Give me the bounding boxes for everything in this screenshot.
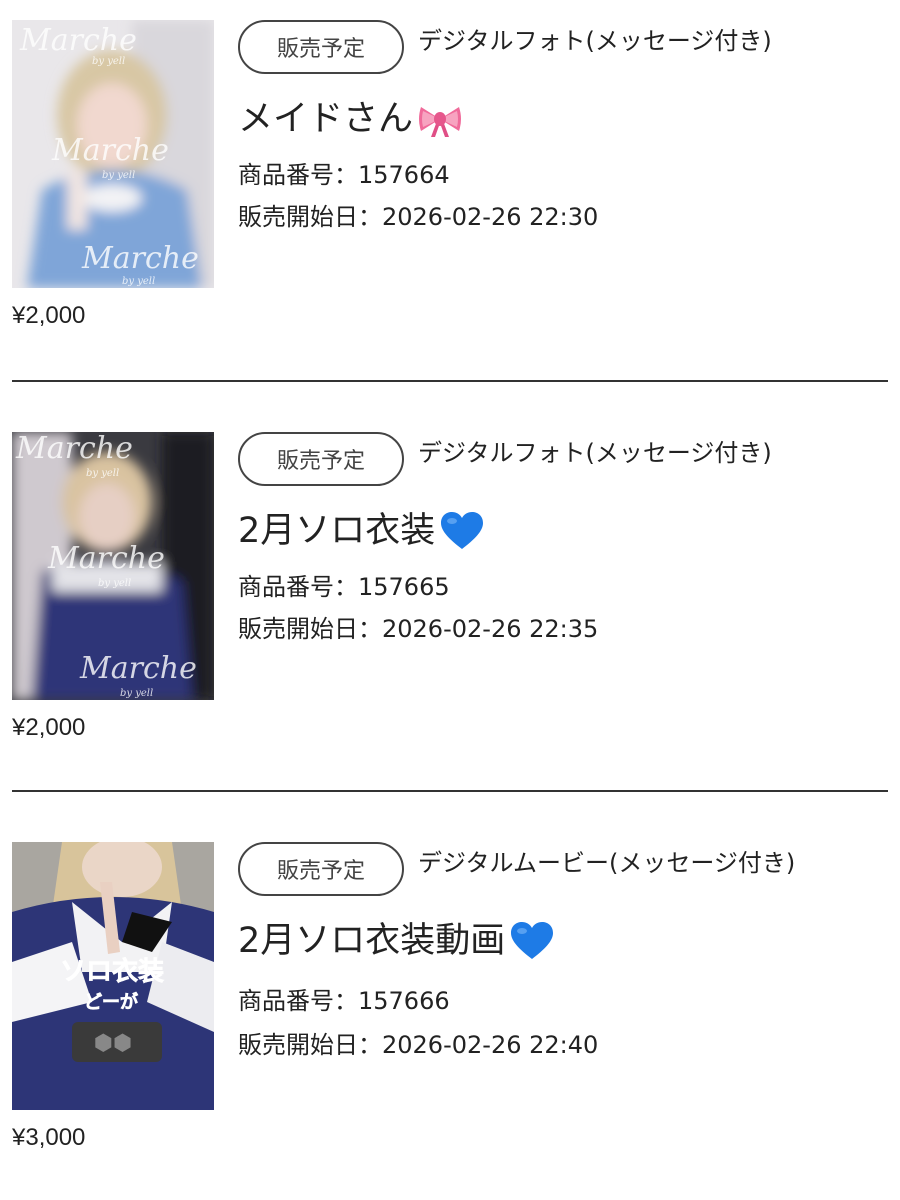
product-image: Marche Marche Marche by yell by yell by …: [12, 20, 214, 288]
svg-text:Marche: Marche: [81, 241, 199, 276]
product-category: デジタルムービー(メッセージ付き): [418, 849, 796, 877]
svg-text:by yell: by yell: [92, 56, 125, 67]
product-category: デジタルフォト(メッセージ付き): [418, 439, 772, 467]
product-title-row[interactable]: 2月ソロ衣装動画: [238, 916, 555, 966]
product-title[interactable]: 2月ソロ衣装動画: [238, 916, 505, 966]
sale-start-row: 販売開始日：2026-02-26 22:40: [238, 1030, 598, 1060]
svg-text:どーが: どーが: [84, 991, 138, 1013]
product-title-row[interactable]: メイドさん: [238, 94, 463, 144]
ribbon-icon: [419, 107, 462, 137]
sale-status-badge: 販売予定: [238, 20, 404, 74]
product-category: デジタルフォト(メッセージ付き): [418, 27, 772, 55]
product-card[interactable]: Marche Marche Marche by yell by yell by …: [0, 432, 900, 812]
product-number-label: 商品番号：: [238, 161, 358, 189]
product-title[interactable]: 2月ソロ衣装: [238, 506, 435, 556]
product-price: ¥3,000: [12, 1124, 86, 1151]
product-number: 157665: [358, 573, 450, 601]
blue-heart-icon: [441, 512, 484, 549]
sale-start-label: 販売開始日：: [238, 615, 382, 643]
svg-text:ソロ衣装: ソロ衣装: [60, 956, 164, 987]
svg-text:by yell: by yell: [102, 170, 135, 181]
svg-text:Marche: Marche: [51, 133, 169, 168]
svg-text:Marche: Marche: [19, 23, 137, 58]
svg-text:by yell: by yell: [86, 468, 119, 479]
svg-text:by yell: by yell: [122, 276, 155, 287]
product-title[interactable]: メイドさん: [238, 94, 413, 144]
blue-heart-icon: [511, 922, 554, 959]
product-number-label: 商品番号：: [238, 573, 358, 601]
product-number-row: 商品番号：157665: [238, 572, 450, 602]
svg-text:⬢⬢: ⬢⬢: [94, 1031, 132, 1056]
product-price: ¥2,000: [12, 302, 86, 329]
product-number: 157664: [358, 161, 450, 189]
product-number: 157666: [358, 987, 450, 1015]
sale-start-row: 販売開始日：2026-02-26 22:30: [238, 202, 598, 232]
product-number-row: 商品番号：157666: [238, 986, 450, 1016]
product-image: Marche Marche Marche by yell by yell by …: [12, 432, 214, 700]
product-list: Marche Marche Marche by yell by yell by …: [0, 0, 900, 1200]
product-image: ⬢⬢ ソロ衣装 どーが: [12, 842, 214, 1110]
svg-text:Marche: Marche: [47, 541, 165, 576]
divider: [12, 790, 888, 792]
product-thumbnail[interactable]: ⬢⬢ ソロ衣装 どーが: [12, 842, 214, 1110]
svg-text:Marche: Marche: [79, 651, 197, 686]
divider: [12, 380, 888, 382]
sale-start-date: 2026-02-26 22:40: [382, 1031, 599, 1059]
product-info: 販売予定 デジタルフォト(メッセージ付き) 2月ソロ衣装 商品番号：157665…: [238, 432, 878, 643]
product-thumbnail[interactable]: Marche Marche Marche by yell by yell by …: [12, 20, 214, 288]
sale-start-date: 2026-02-26 22:30: [382, 203, 599, 231]
sale-start-row: 販売開始日：2026-02-26 22:35: [238, 614, 598, 644]
product-number-row: 商品番号：157664: [238, 160, 450, 190]
product-price: ¥2,000: [12, 714, 86, 741]
svg-text:Marche: Marche: [15, 432, 133, 466]
product-info: 販売予定 デジタルムービー(メッセージ付き) 2月ソロ衣装動画 商品番号：157…: [238, 842, 878, 1059]
product-card[interactable]: ⬢⬢ ソロ衣装 どーが ¥3,000 販売予定 デジタルムービー(メッセージ付き…: [0, 842, 900, 1200]
svg-text:by yell: by yell: [98, 578, 131, 589]
product-thumbnail[interactable]: Marche Marche Marche by yell by yell by …: [12, 432, 214, 700]
svg-text:by yell: by yell: [120, 688, 153, 699]
product-number-label: 商品番号：: [238, 987, 358, 1015]
sale-status-badge: 販売予定: [238, 432, 404, 486]
product-title-row[interactable]: 2月ソロ衣装: [238, 506, 485, 556]
sale-start-date: 2026-02-26 22:35: [382, 615, 599, 643]
product-info: 販売予定 デジタルフォト(メッセージ付き) メイドさん 商品番号：157664: [238, 20, 878, 231]
product-card[interactable]: Marche Marche Marche by yell by yell by …: [0, 20, 900, 400]
sale-status-badge: 販売予定: [238, 842, 404, 896]
sale-start-label: 販売開始日：: [238, 203, 382, 231]
sale-start-label: 販売開始日：: [238, 1031, 382, 1059]
